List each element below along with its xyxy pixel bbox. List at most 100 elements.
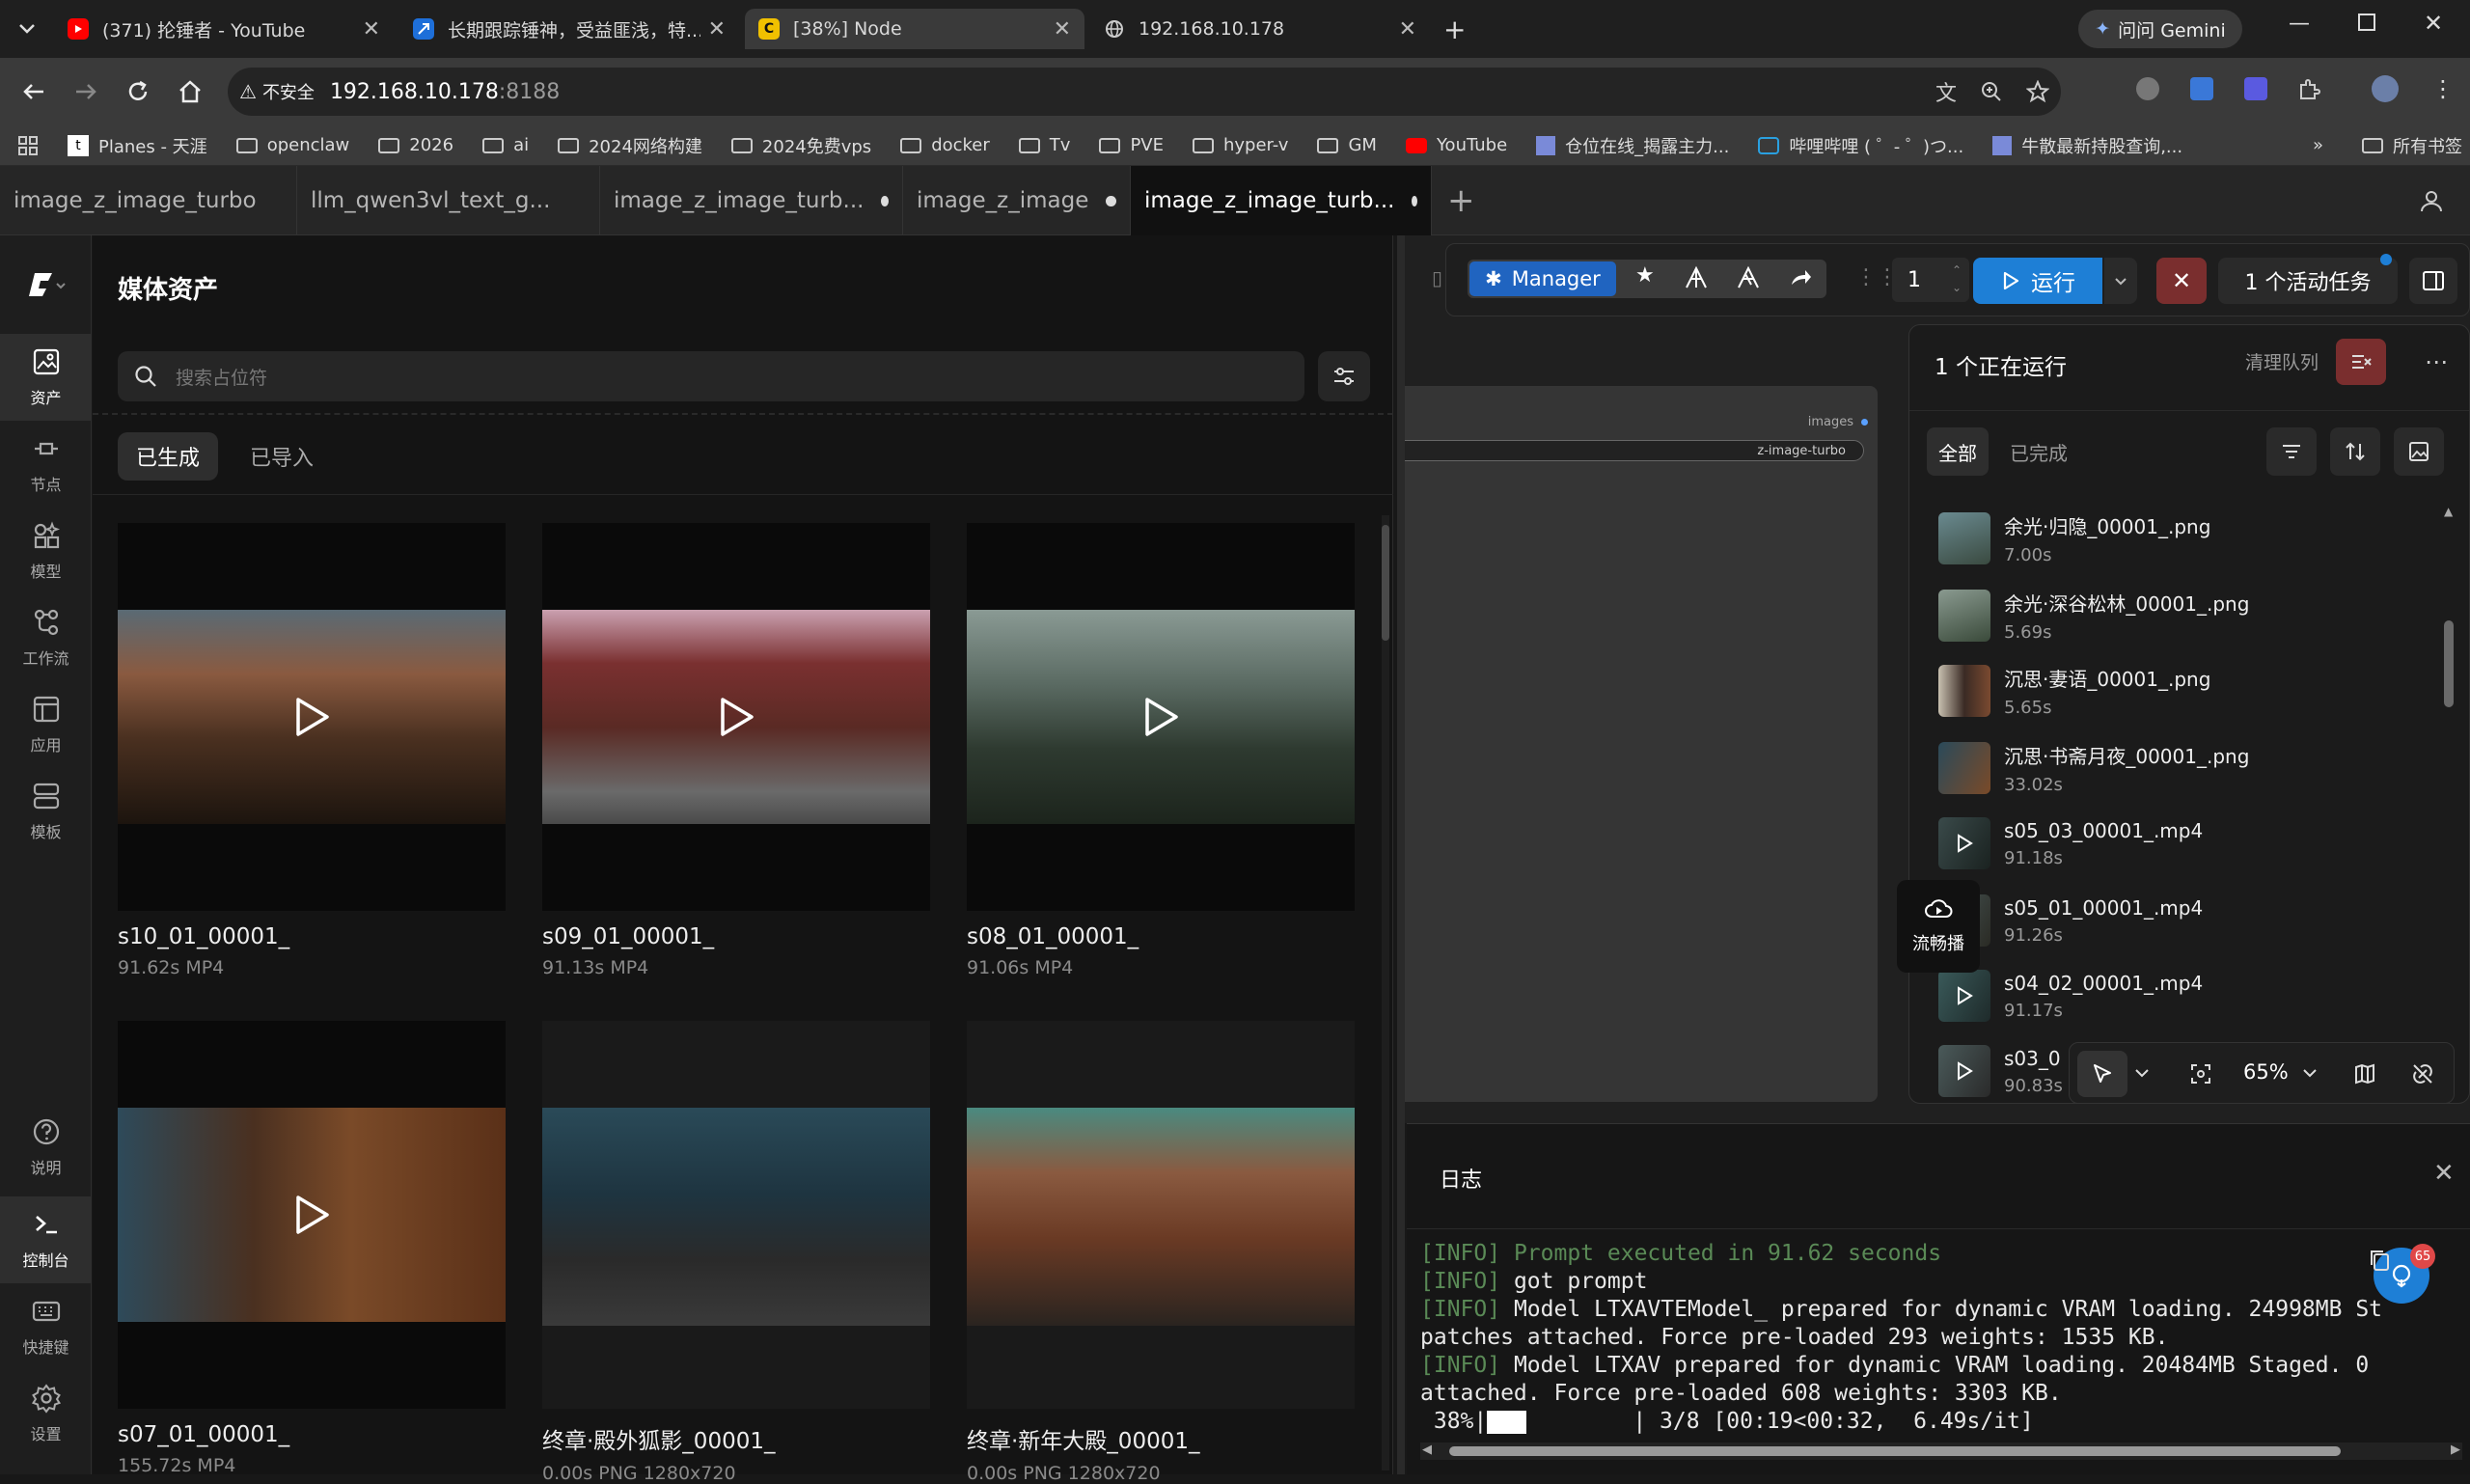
bookmark-star-icon[interactable]: [2026, 80, 2049, 103]
bookmark-youtube[interactable]: YouTube: [1405, 135, 1507, 155]
browser-menu-icon[interactable]: ⋮: [2431, 75, 2455, 102]
sidebar-item-settings[interactable]: 设置: [0, 1370, 92, 1457]
panel-toggle-icon[interactable]: ▯: [1432, 266, 1442, 289]
scrollbar-thumb[interactable]: [1449, 1446, 2341, 1456]
gallery-view-button[interactable]: [2394, 427, 2444, 476]
scrollbar-thumb[interactable]: [2444, 620, 2454, 707]
queue-item[interactable]: 沉思·妻语_00001_.png 5.65s: [1938, 657, 2210, 725]
bookmark-folder[interactable]: openclaw: [235, 135, 349, 155]
close-tab-icon[interactable]: ✕: [363, 17, 380, 41]
scroll-left-icon[interactable]: ◀: [1422, 1443, 1432, 1457]
queue-item[interactable]: 余光·归隐_00001_.png 7.00s: [1938, 505, 2210, 572]
home-icon[interactable]: [176, 77, 205, 106]
address-bar[interactable]: ⚠ 不安全 192.168.10.178 :8188 文: [228, 68, 2061, 116]
minimap-icon[interactable]: [2353, 1062, 2376, 1086]
workflow-tab[interactable]: image_z_image_turbo: [0, 166, 297, 235]
add-workflow-button[interactable]: +: [1447, 181, 1475, 220]
browser-tab-youtube[interactable]: (371) 抡锤者 - YouTube ✕: [54, 9, 394, 49]
copy-icon[interactable]: [2368, 1248, 2393, 1273]
reload-icon[interactable]: [124, 77, 152, 106]
translate-icon[interactable]: 文: [1935, 76, 1957, 107]
puzzle-icon[interactable]: [2296, 77, 2321, 102]
all-bookmarks[interactable]: 所有书签: [2362, 133, 2462, 158]
share-icon[interactable]: [1788, 265, 1813, 290]
bookmark-folder[interactable]: 2024免费vps: [730, 133, 871, 158]
scrollbar-track[interactable]: [1382, 515, 1389, 1470]
sidebar-item-assets[interactable]: 资产: [0, 334, 92, 421]
zoom-icon[interactable]: [1980, 80, 2003, 103]
close-tab-icon[interactable]: ✕: [1054, 17, 1071, 41]
close-tab-icon[interactable]: ✕: [708, 17, 726, 41]
queue-item[interactable]: 沉思·书斋月夜_00001_.png 33.02s: [1938, 734, 2249, 802]
queue-item[interactable]: s05_03_00001_.mp4 91.18s: [1938, 810, 2203, 877]
search-input[interactable]: 搜索占位符: [118, 351, 1304, 401]
tool-chevron-icon[interactable]: [2133, 1064, 2151, 1082]
run-options-chevron-icon[interactable]: [2104, 258, 2137, 304]
bookmark-folder[interactable]: Tv: [1018, 135, 1070, 155]
minimize-button[interactable]: —: [2289, 12, 2310, 36]
queue-more-icon[interactable]: ⋯: [2425, 348, 2448, 375]
browser-tab-article[interactable]: 长期跟踪锤神，受益匪浅，特... ✕: [399, 9, 739, 49]
star-icon[interactable]: ★: [1635, 263, 1655, 288]
workflow-tab[interactable]: image_z_image: [903, 166, 1131, 235]
filter-button[interactable]: [2266, 427, 2317, 476]
sidebar-item-templates[interactable]: 模板: [0, 768, 92, 855]
apps-grid-icon[interactable]: [17, 135, 39, 156]
sidebar-item-help[interactable]: 说明: [0, 1104, 92, 1191]
panel-splitter[interactable]: [1397, 235, 1405, 1474]
sort-button[interactable]: [2330, 427, 2380, 476]
stepper-icon[interactable]: ⌃ ⌄: [1952, 261, 1962, 296]
zoom-chevron-icon[interactable]: [2301, 1064, 2319, 1082]
workflow-tab[interactable]: image_z_image_turb...: [600, 166, 903, 235]
float-badge[interactable]: 流畅播: [1897, 880, 1980, 973]
node-map-alt-icon[interactable]: [1736, 265, 1761, 290]
bookmark-folder[interactable]: PVE: [1099, 135, 1164, 155]
asset-card[interactable]: s10_01_00001_ 91.62s MP4: [118, 523, 506, 978]
filter-settings-button[interactable]: [1318, 351, 1370, 401]
comfy-logo-icon[interactable]: [27, 270, 66, 299]
queue-item[interactable]: s03_0 90.83s: [1938, 1037, 2063, 1105]
asset-card[interactable]: 终章·新年大殿_00001_ 0.00s PNG 1280x720: [967, 1021, 1355, 1484]
new-tab-button[interactable]: +: [1443, 14, 1466, 45]
bookmark-bilibili[interactable]: 哔哩哔哩 ( ゜- ゜)つ...: [1758, 133, 1963, 158]
clear-queue-button[interactable]: [2336, 339, 2386, 385]
filter-done-tab[interactable]: 已完成: [2000, 427, 2077, 476]
restore-button[interactable]: [2358, 14, 2375, 31]
workflow-tab-active[interactable]: image_z_image_turb...: [1131, 166, 1432, 235]
asset-card[interactable]: s08_01_00001_ 91.06s MP4: [967, 523, 1355, 978]
fit-view-icon[interactable]: [2189, 1062, 2212, 1086]
scrollbar-thumb[interactable]: [1382, 525, 1389, 641]
active-tasks-button[interactable]: 1 个活动任务: [2218, 258, 2398, 304]
extension-icon[interactable]: [2136, 77, 2159, 100]
forward-icon[interactable]: [71, 77, 100, 106]
sidebar-item-workflows[interactable]: 工作流: [0, 594, 92, 681]
cancel-run-button[interactable]: ✕: [2156, 258, 2207, 304]
sidebar-item-nodes[interactable]: 节点: [0, 421, 92, 508]
browser-tab-ip[interactable]: 192.168.10.178 ✕: [1090, 9, 1430, 49]
browser-tab-node[interactable]: C [38%] Node ✕: [745, 9, 1084, 49]
bookmark-cangwei[interactable]: 仓位在线_揭露主力...: [1536, 133, 1729, 158]
tab-search-chevron-icon[interactable]: [14, 15, 41, 42]
manager-button[interactable]: ✱ Manager: [1469, 261, 1616, 296]
sidebar-item-apps[interactable]: 应用: [0, 681, 92, 768]
select-tool-button[interactable]: [2077, 1051, 2127, 1097]
run-button[interactable]: 运行: [1973, 258, 2102, 304]
bookmark-stock[interactable]: 牛散最新持股查询,...: [1992, 133, 2182, 158]
node-box[interactable]: images z-image-turbo: [1401, 386, 1878, 1102]
tab-generated[interactable]: 已生成: [118, 432, 218, 481]
asset-card[interactable]: s09_01_00001_ 91.13s MP4: [542, 523, 930, 978]
close-log-button[interactable]: ✕: [2433, 1159, 2455, 1188]
close-tab-icon[interactable]: ✕: [1399, 17, 1416, 41]
batch-count-input[interactable]: 1 ⌃ ⌄: [1892, 258, 1969, 302]
scroll-right-icon[interactable]: ▶: [2451, 1443, 2460, 1457]
model-widget[interactable]: z-image-turbo: [1401, 440, 1864, 461]
node-map-icon[interactable]: [1684, 265, 1709, 290]
bookmark-planes[interactable]: t Planes - 天涯: [68, 133, 207, 158]
queue-scrollbar[interactable]: ▲: [2444, 505, 2454, 1084]
queue-item[interactable]: 余光·深谷松林_00001_.png 5.69s: [1938, 582, 2249, 649]
translate-extension-icon[interactable]: [2190, 77, 2213, 100]
link-visibility-icon[interactable]: [2411, 1062, 2434, 1086]
log-hscrollbar[interactable]: ◀ ▶: [1420, 1443, 2462, 1460]
extension-purple-icon[interactable]: [2244, 77, 2267, 100]
toggle-panel-button[interactable]: [2409, 258, 2457, 304]
